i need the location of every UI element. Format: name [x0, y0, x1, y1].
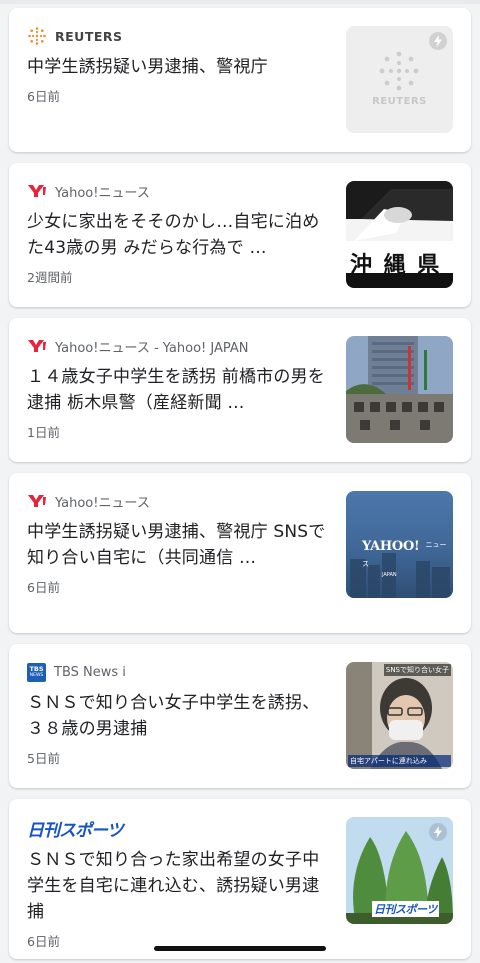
thumbnail: SNSで知り合い女子 自宅アパートに連れ込み	[346, 662, 453, 769]
thumbnail-caption: SNSで知り合い女子	[383, 664, 451, 676]
source-row: Yahoo!ニュース - Yahoo! JAPAN	[27, 336, 327, 356]
headline: 中学生誘拐疑い男逮捕、警視庁 SNSで知り合い自宅に（共同通信 …	[27, 522, 326, 568]
prefectural-office-image	[346, 336, 453, 443]
thumbnail: 日刊スポーツ	[346, 817, 453, 924]
yahoo-logo-icon	[27, 494, 47, 508]
timestamp: 6日前	[27, 89, 60, 104]
tbs-logo-icon: TBS NEWS	[27, 662, 46, 682]
headline: １４歳女子中学生を誘拐 前橋市の男を逮捕 栃木県警（産経新聞 …	[27, 367, 326, 413]
reuters-logo-icon	[27, 26, 47, 46]
news-card[interactable]: Yahoo!ニュース - Yahoo! JAPAN １４歳女子中学生を誘拐 前橋…	[9, 318, 471, 462]
source-name: Yahoo!ニュース	[55, 185, 150, 201]
thumbnail-caption: 沖 縄 県	[350, 253, 442, 278]
source-row: TBS NEWS TBS News i	[27, 662, 327, 682]
headline: ＳＮＳで知り合い女子中学生を誘拐、３８歳の男逮捕	[27, 693, 320, 739]
card-text: 日刊スポーツ ＳＮＳで知り合った家出希望の女子中学生を自宅に連れ込む、誘拐疑い男…	[27, 817, 327, 950]
yahoo-logo-icon	[27, 339, 47, 353]
yahoo-wordmark: YAHOO!	[362, 539, 420, 554]
timestamp: 5日前	[27, 751, 60, 766]
yahoo-japan-label: JAPAN	[382, 572, 397, 578]
headline: ＳＮＳで知り合った家出希望の女子中学生を自宅に連れ込む、誘拐疑い男逮捕	[27, 850, 320, 922]
source-row: Yahoo!ニュース	[27, 181, 327, 201]
card-text: TBS NEWS TBS News i ＳＮＳで知り合い女子中学生を誘拐、３８歳…	[27, 662, 327, 767]
thumbnail-caption: REUTERS	[372, 96, 427, 107]
tbs-logo-subtext: NEWS	[29, 673, 44, 678]
thumbnail-caption: 日刊スポーツ	[372, 901, 439, 917]
news-card[interactable]: Yahoo!ニュース 少女に家出をそそのかし…自宅に泊めた43歳の男 みだらな行…	[9, 163, 471, 307]
thumbnail: YAHOO! ニュース JAPAN	[346, 491, 453, 598]
card-text: Yahoo!ニュース - Yahoo! JAPAN １４歳女子中学生を誘拐 前橋…	[27, 336, 327, 441]
news-feed: REUTERS 中学生誘拐疑い男逮捕、警視庁 6日前 REUTERS Yahoo…	[0, 4, 480, 959]
source-name: REUTERS	[55, 28, 123, 44]
news-card[interactable]: Yahoo!ニュース 中学生誘拐疑い男逮捕、警視庁 SNSで知り合い自宅に（共同…	[9, 473, 471, 633]
headline: 少女に家出をそそのかし…自宅に泊めた43歳の男 みだらな行為で …	[27, 212, 320, 258]
yahoo-logo-icon	[27, 184, 47, 198]
card-text: Yahoo!ニュース 少女に家出をそそのかし…自宅に泊めた43歳の男 みだらな行…	[27, 181, 327, 286]
card-text: REUTERS 中学生誘拐疑い男逮捕、警視庁 6日前	[27, 26, 327, 105]
source-name: Yahoo!ニュース	[55, 495, 150, 511]
thumbnail	[346, 336, 453, 443]
source-row: Yahoo!ニュース	[27, 491, 327, 511]
news-card[interactable]: 日刊スポーツ ＳＮＳで知り合った家出希望の女子中学生を自宅に連れ込む、誘拐疑い男…	[9, 799, 471, 959]
thumbnail: REUTERS	[346, 26, 453, 133]
source-row: REUTERS	[27, 26, 327, 46]
amp-lightning-icon	[429, 32, 447, 50]
thumbnail-subcaption: 自宅アパートに連れ込み	[348, 755, 451, 767]
timestamp: 2週間前	[27, 270, 73, 285]
card-text: Yahoo!ニュース 中学生誘拐疑い男逮捕、警視庁 SNSで知り合い自宅に（共同…	[27, 491, 327, 596]
source-name: TBS News i	[54, 664, 126, 680]
suspect-photo-image	[346, 662, 453, 769]
headline: 中学生誘拐疑い男逮捕、警視庁	[27, 57, 268, 77]
nikkan-logo: 日刊スポーツ	[27, 820, 124, 841]
thumbnail: 沖 縄 県	[346, 181, 453, 288]
amp-lightning-icon	[429, 823, 447, 841]
news-card[interactable]: TBS NEWS TBS News i ＳＮＳで知り合い女子中学生を誘拐、３８歳…	[9, 644, 471, 788]
home-indicator[interactable]	[154, 946, 326, 951]
timestamp: 6日前	[27, 580, 60, 595]
timestamp: 1日前	[27, 425, 60, 440]
thumbnail-caption: YAHOO! ニュース JAPAN	[362, 535, 453, 578]
news-card[interactable]: REUTERS 中学生誘拐疑い男逮捕、警視庁 6日前 REUTERS	[9, 8, 471, 152]
source-name: Yahoo!ニュース - Yahoo! JAPAN	[55, 340, 249, 356]
source-row: 日刊スポーツ	[27, 817, 327, 841]
tbs-logo-text: TBS	[29, 665, 44, 673]
